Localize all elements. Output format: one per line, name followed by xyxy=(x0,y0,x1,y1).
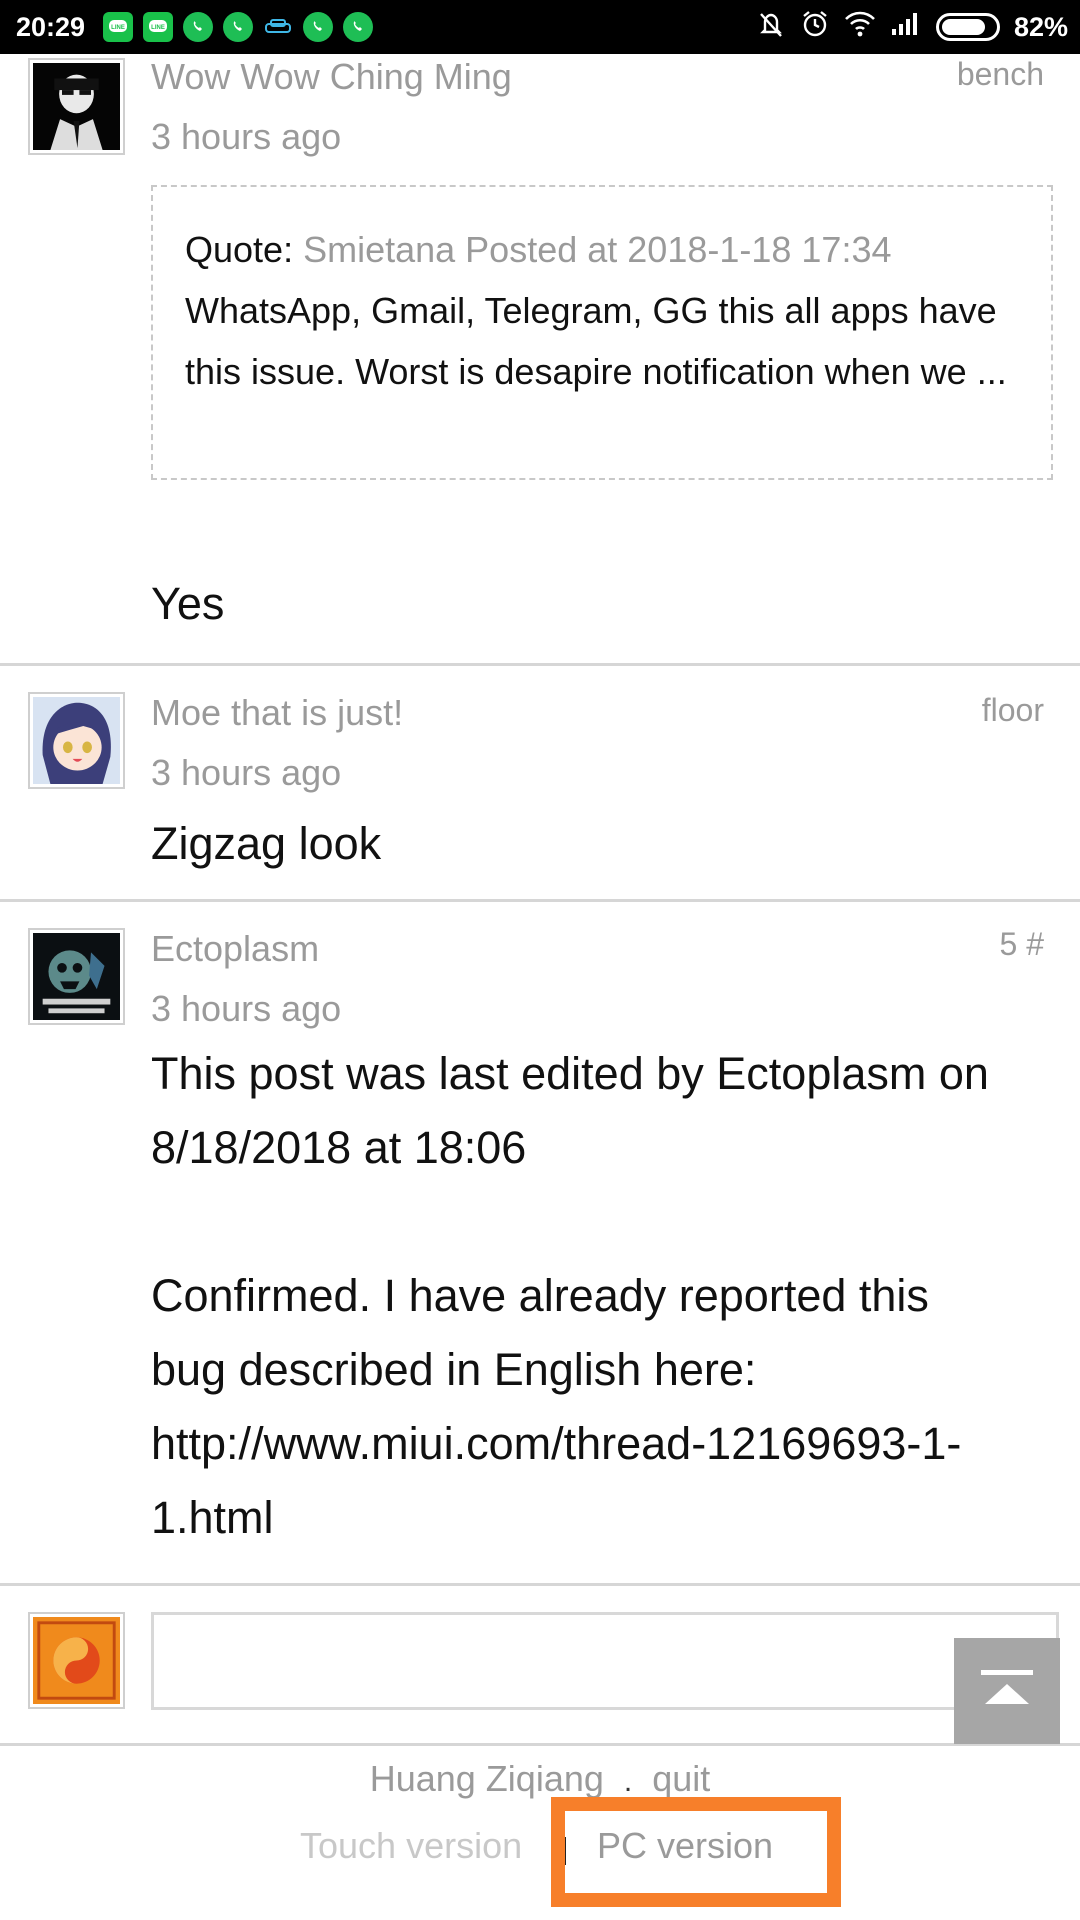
reply-row xyxy=(0,1586,1080,1746)
avatar-image xyxy=(33,63,120,150)
body-line: This post was last edited by Ectoplasm o… xyxy=(151,1048,989,1099)
quote-block: Quote: Smietana Posted at 2018-1-18 17:3… xyxy=(151,185,1053,480)
avatar-image xyxy=(33,697,120,784)
post-body: This post was last edited by Ectoplasm o… xyxy=(151,1037,1044,1555)
thread-content: Wow Wow Ching Ming 3 hours ago bench Quo… xyxy=(0,54,1080,1746)
whatsapp-icon xyxy=(183,12,214,42)
pc-version-link[interactable]: PC version xyxy=(597,1825,773,1867)
avatar[interactable] xyxy=(28,928,125,1025)
my-avatar[interactable] xyxy=(28,1612,125,1709)
avatar[interactable] xyxy=(28,58,125,155)
notification-icons: LINE LINE xyxy=(103,12,374,42)
svg-text:LINE: LINE xyxy=(151,25,165,31)
touch-version-link[interactable]: Touch version xyxy=(300,1825,522,1867)
separator: . xyxy=(623,1765,633,1798)
wifi-icon xyxy=(844,10,876,45)
thread-link[interactable]: 1.html xyxy=(151,1481,1044,1555)
post-floor: 5 # xyxy=(999,926,1044,962)
battery-fill xyxy=(941,19,985,35)
line-icon: LINE xyxy=(143,12,174,42)
body-line: 8/18/2018 at 18:06 xyxy=(151,1122,527,1173)
status-time: 20:29 xyxy=(16,11,86,42)
post: Ectoplasm 3 hours ago 5 # This post was … xyxy=(0,902,1080,1586)
avatar-image xyxy=(33,1617,120,1704)
svg-text:LINE: LINE xyxy=(111,25,125,31)
quit-link[interactable]: quit xyxy=(652,1758,710,1799)
post-author[interactable]: Wow Wow Ching Ming xyxy=(151,56,512,98)
post-body: Zigzag look xyxy=(151,818,382,869)
alarm-icon xyxy=(800,9,830,46)
post-floor: floor xyxy=(981,692,1044,728)
whatsapp-icon xyxy=(343,12,374,42)
body-line: bug described in English here: xyxy=(151,1344,757,1395)
scroll-to-top-button[interactable] xyxy=(954,1638,1060,1744)
post-body: Yes xyxy=(151,578,225,629)
body-line xyxy=(151,1185,1044,1259)
signal-icon xyxy=(890,11,922,44)
reply-input[interactable] xyxy=(151,1612,1059,1710)
whatsapp-icon xyxy=(303,12,334,42)
post-author[interactable]: Moe that is just! xyxy=(151,692,403,734)
username-link[interactable]: Huang Ziqiang xyxy=(370,1758,604,1799)
mute-icon xyxy=(756,9,786,46)
avatar-image xyxy=(33,933,120,1020)
line-icon: LINE xyxy=(103,12,134,42)
car-icon xyxy=(263,12,293,42)
quote-label: Quote: xyxy=(185,229,304,270)
post-author[interactable]: Ectoplasm xyxy=(151,928,319,970)
thread-link[interactable]: http://www.miui.com/thread-12169693-1- xyxy=(151,1407,1044,1481)
post-time: 3 hours ago xyxy=(151,988,342,1029)
post-time: 3 hours ago xyxy=(151,752,342,793)
footer-user-line: Huang Ziqiang. quit xyxy=(0,1758,1080,1800)
whatsapp-icon xyxy=(223,12,254,42)
post-time: 3 hours ago xyxy=(151,116,342,157)
body-line: Confirmed. I have already reported this xyxy=(151,1270,929,1321)
battery-icon xyxy=(935,13,1000,41)
arrow-up-icon xyxy=(981,1670,1033,1704)
battery-percent: 82% xyxy=(1013,11,1068,42)
post: Moe that is just! 3 hours ago floor Zigz… xyxy=(0,666,1080,902)
status-bar: 20:29 LINE LINE 82% xyxy=(0,0,1080,54)
post-floor: bench xyxy=(956,56,1044,92)
status-icons: 82% xyxy=(756,9,1068,46)
quote-text: WhatsApp, Gmail, Telegram, GG this all a… xyxy=(185,290,1007,392)
avatar[interactable] xyxy=(28,692,125,789)
quote-source[interactable]: Smietana Posted at 2018-1-18 17:34 xyxy=(303,229,891,270)
post: Wow Wow Ching Ming 3 hours ago bench Quo… xyxy=(0,54,1080,666)
